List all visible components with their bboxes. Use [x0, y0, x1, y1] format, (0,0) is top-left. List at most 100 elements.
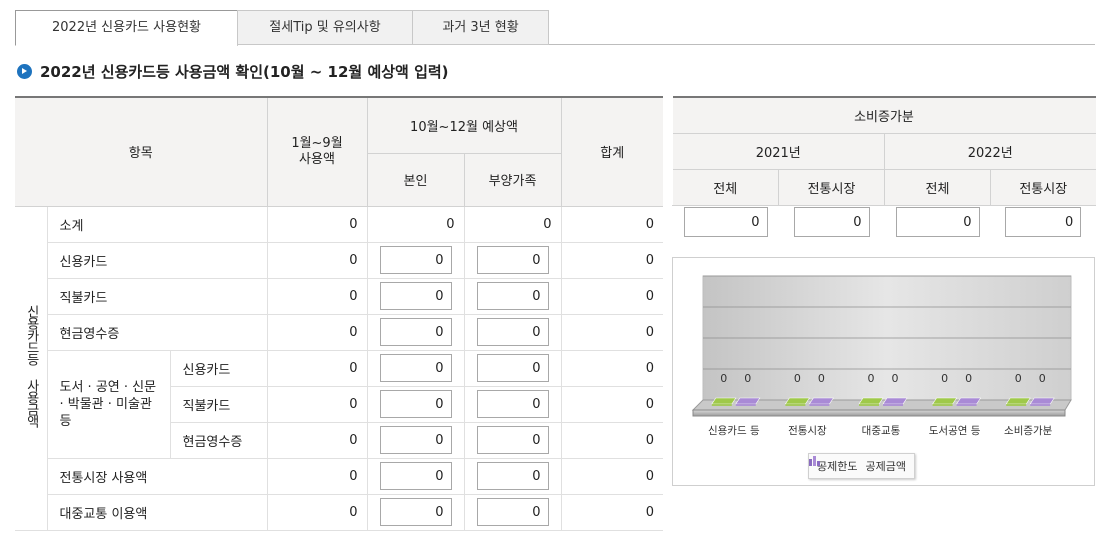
dependent-input[interactable] [476, 426, 549, 454]
self-input[interactable] [379, 498, 452, 526]
legend-label: 공제금액 [865, 460, 906, 473]
header-consumption-increase: 소비증가분 [672, 97, 1096, 134]
jan-sep-value: 0 [266, 206, 367, 243]
row-label: 현금영수증 [169, 422, 267, 459]
header-2021: 2021년 [672, 133, 885, 170]
jan-sep-value: 0 [266, 278, 367, 315]
chart-category-label: 전통시장 [788, 425, 827, 437]
row-label: 신용카드 [46, 242, 267, 279]
deduction-chart: 0 0 신용카드 등 0 0 전통시장 0 0 대중교통 0 0 도서공연 등 0 0 소비증가분 공제한도… [672, 257, 1095, 486]
header-jan-sep: 1월~9월 사용액 [266, 97, 367, 207]
row-label: 대중교통 이용액 [46, 494, 267, 531]
chart-data-label: 0 [1039, 372, 1046, 385]
row-label: 현금영수증 [46, 314, 267, 351]
total-value: 0 [560, 278, 664, 315]
table-row: 대중교통 이용액 0 0 [15, 494, 664, 531]
chart-bar-face [785, 404, 806, 406]
total-value: 0 [560, 206, 664, 243]
bar-chart-icon [809, 456, 820, 466]
chart-bar [956, 397, 982, 405]
row-label: 소계 [46, 206, 267, 243]
dependent-input[interactable] [476, 462, 549, 490]
jan-sep-value: 0 [266, 422, 367, 459]
dependent-input[interactable] [476, 318, 549, 346]
section-heading: 2022년 신용카드등 사용금액 확인(10월 ~ 12월 예상액 입력) [17, 61, 449, 81]
header-2021-market: 전통시장 [778, 169, 885, 206]
table-row: 신용카드 0 0 [15, 242, 664, 279]
jan-sep-value: 0 [266, 314, 367, 351]
chart-category-label: 대중교통 [862, 425, 901, 437]
total-value: 0 [560, 422, 664, 459]
self-input[interactable] [379, 462, 452, 490]
legend-item: 공제한도 [809, 456, 858, 474]
tab-tax-tips[interactable]: 절세Tip 및 유의사항 [237, 10, 413, 45]
jan-sep-value: 0 [266, 350, 367, 387]
dependent-value: 0 [463, 206, 562, 243]
header-oct-dec: 10월~12월 예상액 [366, 97, 562, 154]
chart-legend: 공제한도 공제금액 [808, 453, 915, 479]
total-value: 0 [560, 350, 664, 387]
total-value: 0 [560, 458, 664, 495]
chart-category-label: 신용카드 등 [708, 425, 760, 437]
chart-bar [784, 397, 810, 405]
chart-bar-face [1006, 404, 1027, 406]
chart-bar-face [883, 404, 903, 406]
self-input[interactable] [379, 426, 452, 454]
total-value: 0 [560, 386, 664, 423]
dependent-input[interactable] [476, 354, 549, 382]
header-item: 항목 [15, 97, 267, 207]
dependent-input[interactable] [476, 246, 549, 274]
tab-past-3-years[interactable]: 과거 3년 현황 [412, 10, 549, 45]
chart-data-label: 0 [868, 372, 875, 385]
header-2022-market: 전통시장 [990, 169, 1096, 206]
2021-total-input[interactable] [683, 207, 768, 238]
chart-bar [932, 397, 958, 405]
jan-sep-value: 0 [266, 458, 367, 495]
chart-bar [858, 397, 884, 405]
group-label: 신용카드등 사용금액 [15, 206, 47, 531]
chart-bar [808, 397, 834, 405]
chart-canvas: 0 0 신용카드 등 0 0 전통시장 0 0 대중교통 0 0 도서공연 등 0 0 소비증가분 [691, 275, 1072, 437]
bullet-arrow-icon [17, 63, 32, 79]
header-2021-total: 전체 [672, 169, 779, 206]
self-input[interactable] [379, 354, 452, 382]
dependent-input[interactable] [476, 390, 549, 418]
chart-bar-face [711, 404, 732, 406]
dependent-input[interactable] [476, 498, 549, 526]
2022-total-input[interactable] [895, 207, 980, 238]
total-value: 0 [560, 242, 664, 279]
header-2022: 2022년 [884, 133, 1096, 170]
chart-data-label: 0 [941, 372, 948, 385]
dependent-input[interactable] [476, 282, 549, 310]
2022-market-input[interactable] [1005, 207, 1082, 238]
chart-bar [1005, 397, 1031, 405]
row-label: 전통시장 사용액 [46, 458, 267, 495]
total-value: 0 [560, 494, 664, 531]
chart-data-label: 0 [892, 372, 899, 385]
chart-data-label: 0 [794, 372, 801, 385]
chart-bar-face [735, 404, 756, 406]
chart-bar [882, 397, 908, 405]
2021-market-input[interactable] [793, 207, 870, 238]
tab-bar: 2022년 신용카드 사용현황 절세Tip 및 유의사항 과거 3년 현황 [15, 10, 1095, 46]
chart-bar [711, 397, 737, 405]
self-input[interactable] [379, 390, 452, 418]
self-input[interactable] [379, 318, 452, 346]
header-dependent: 부양가족 [463, 153, 562, 207]
chart-bar-face [932, 404, 953, 406]
chart-category-label: 도서공연 등 [929, 425, 981, 437]
chart-bar-face [1030, 404, 1051, 406]
self-input[interactable] [379, 246, 452, 274]
tab-2022-card-usage[interactable]: 2022년 신용카드 사용현황 [15, 10, 238, 46]
chart-bar-face [859, 404, 879, 406]
chart-data-label: 0 [1015, 372, 1022, 385]
culture-group-label: 도서 · 공연 · 신문 · 박물관 · 미술관 등 [46, 350, 170, 459]
row-label: 직불카드 [46, 278, 267, 315]
legend-label: 공제한도 [817, 460, 858, 473]
jan-sep-value: 0 [266, 494, 367, 531]
table-row: 신용카드등 사용금액 소계 0 0 0 0 [15, 206, 664, 531]
table-row: 직불카드 0 0 [15, 278, 664, 315]
chart-floor-edge [692, 409, 1066, 417]
self-input[interactable] [379, 282, 452, 310]
jan-sep-value: 0 [266, 242, 367, 279]
